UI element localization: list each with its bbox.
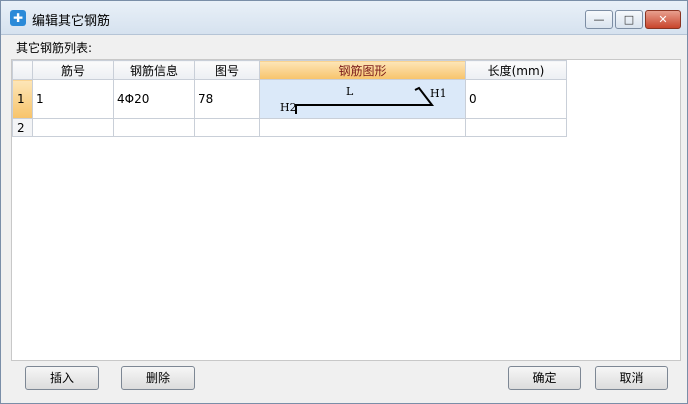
- table-row[interactable]: 1 1 4Φ20 78 L H1 H2 0: [12, 79, 567, 119]
- cell-figure-no[interactable]: [194, 118, 260, 137]
- header-length[interactable]: 长度(mm): [465, 60, 567, 80]
- shape-label-h2[interactable]: H2: [280, 101, 297, 114]
- delete-button[interactable]: 删除: [121, 366, 195, 390]
- minimize-button[interactable]: —: [585, 10, 613, 29]
- table-row[interactable]: 2: [12, 118, 567, 137]
- header-rebar-shape[interactable]: 钢筋图形: [259, 60, 466, 80]
- app-icon: ✚: [10, 10, 26, 26]
- cell-bar-no[interactable]: [32, 118, 114, 137]
- shape-label-h1[interactable]: H1: [430, 87, 447, 100]
- cell-length[interactable]: [465, 118, 567, 137]
- cell-figure-no[interactable]: 78: [194, 79, 260, 119]
- window-title: 编辑其它钢筋: [32, 14, 111, 29]
- cell-rebar-info[interactable]: 4Φ20: [113, 79, 195, 119]
- cell-length[interactable]: 0: [465, 79, 567, 119]
- maximize-button[interactable]: □: [615, 10, 643, 29]
- insert-button[interactable]: 插入: [25, 366, 99, 390]
- header-row: 筋号 钢筋信息 图号 钢筋图形 长度(mm): [12, 60, 567, 80]
- header-figure-no[interactable]: 图号: [194, 60, 260, 80]
- cancel-button[interactable]: 取消: [595, 366, 668, 390]
- row-number[interactable]: 2: [12, 118, 33, 137]
- cell-rebar-shape[interactable]: [259, 118, 466, 137]
- close-button[interactable]: ✕: [645, 10, 681, 29]
- cell-rebar-info[interactable]: [113, 118, 195, 137]
- cell-bar-no[interactable]: 1: [32, 79, 114, 119]
- shape-label-l[interactable]: L: [346, 85, 353, 98]
- header-rebar-info[interactable]: 钢筋信息: [113, 60, 195, 80]
- header-corner: [12, 60, 33, 80]
- ok-button[interactable]: 确定: [508, 366, 581, 390]
- cell-rebar-shape[interactable]: L H1 H2: [259, 79, 466, 119]
- dialog-window: ✚ 编辑其它钢筋 — □ ✕ 其它钢筋列表: 筋号 钢筋信息 图号 钢筋图形 长…: [0, 0, 688, 404]
- header-bar-no[interactable]: 筋号: [32, 60, 114, 80]
- rebar-grid[interactable]: 筋号 钢筋信息 图号 钢筋图形 长度(mm) 1 1 4Φ20 78 L H1 …: [11, 59, 681, 361]
- rebar-table: 筋号 钢筋信息 图号 钢筋图形 长度(mm) 1 1 4Φ20 78 L H1 …: [12, 60, 567, 137]
- row-number[interactable]: 1: [12, 79, 33, 119]
- title-bar[interactable]: ✚ 编辑其它钢筋 — □ ✕: [1, 1, 687, 35]
- list-label: 其它钢筋列表:: [16, 41, 93, 55]
